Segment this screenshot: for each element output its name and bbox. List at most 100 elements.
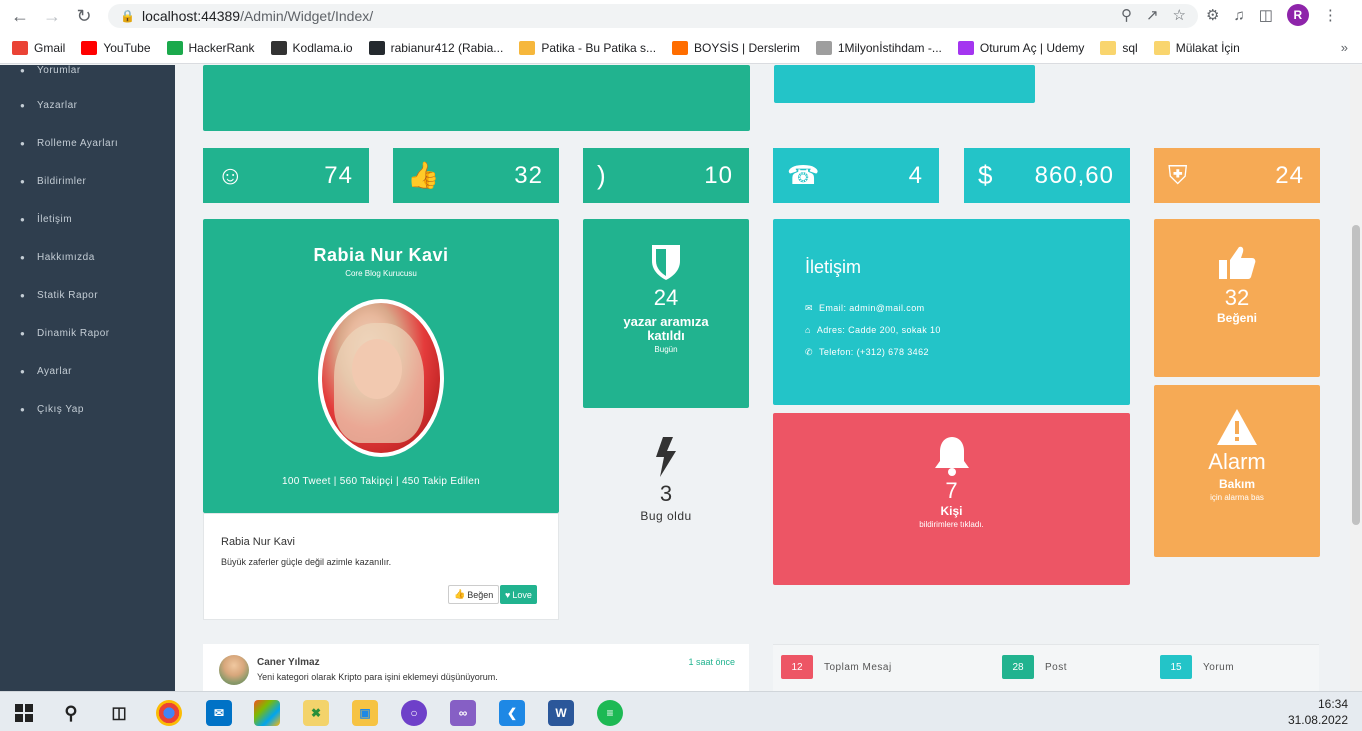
back-icon[interactable]: ← [6,2,34,30]
mail-icon[interactable]: ✉ [206,700,232,726]
envelope-icon: ✉ [805,303,813,313]
bookmark-item[interactable]: 1Milyonİstihdam -... [815,40,942,55]
patika-icon [519,40,536,55]
sidebar-item[interactable]: ● Ayarlar [20,366,72,377]
clock-date: 31.08.2022 [1287,713,1348,727]
avatar [219,655,249,685]
visual-studio-icon[interactable]: ∞ [450,700,476,726]
gmail-icon [12,40,28,55]
bookmark-item[interactable]: rabianur412 (Rabia... [368,40,504,55]
forward-icon[interactable]: → [38,2,66,30]
sidebar-item[interactable]: ● Statik Rapor [20,290,98,301]
bookmark-item[interactable]: Mülakat İçin [1153,40,1240,55]
count-label: Yorum [1203,662,1235,673]
star-icon[interactable]: ☆ [1173,6,1186,24]
reload-icon[interactable]: ↻ [70,2,98,30]
bookmark-label: Patika - Bu Patika s... [541,40,657,55]
page-scrollbar[interactable] [1350,65,1362,691]
bookmark-label: sql [1122,40,1138,55]
bell-icon [773,435,1130,477]
profile-avatar[interactable]: R [1286,4,1309,26]
windows-start-icon[interactable] [11,700,37,726]
snipping-icon[interactable]: ✖ [303,700,329,726]
home-icon: ⌂ [805,325,811,335]
edit-icon: ● [20,253,26,262]
share-icon[interactable]: ↗ [1146,6,1159,24]
sidebar-item[interactable]: ● Dinamik Rapor [20,328,110,339]
sidebar-item[interactable]: ● Yazarlar [20,100,78,111]
sidebar-item-label: Bildirimler [37,176,87,187]
bookmark-item[interactable]: Kodlama.io [270,40,353,55]
heart-icon: ♥ [505,589,511,600]
search-icon[interactable]: ⚲ [58,700,84,726]
stat-card: ☎ 4 [773,148,939,203]
phone-icon: ● [20,215,26,224]
sidebar-item[interactable]: ● Hakkımızda [20,252,95,263]
kodlama-icon [270,40,287,55]
stat-card: ⛨ 24 [1154,148,1320,203]
message-author: Caner Yılmaz [257,657,320,668]
like-button[interactable]: 👍 Beğen [448,585,500,604]
count-label: Post [1045,662,1068,673]
bookmark-item[interactable]: Patika - Bu Patika s... [519,40,657,55]
rss-icon: ) [597,160,606,190]
address-bar[interactable]: 🔒 localhost:44389/Admin/Widget/Index/ ⚲ … [108,4,1198,28]
url-path: /Admin/Widget/Index/ [240,8,374,24]
bookmark-label: YouTube [103,40,151,55]
chrome-icon[interactable] [156,700,182,726]
sidebar-item-label: Ayarlar [37,366,72,377]
alarm-sub: için alarma bas [1210,493,1264,502]
extensions-icon[interactable]: ⚙ [1206,6,1219,24]
stat-value: 24 [1275,161,1304,189]
shield-icon [583,243,749,281]
taskbar-clock[interactable]: 16:34 31.08.2022 [1288,696,1348,728]
sidebar-item[interactable]: ● İletişim [20,214,72,225]
bookmark-item[interactable]: sql [1100,40,1138,55]
contact-phone-row: ✆ Telefon: (+312) 678 3462 [805,347,929,357]
zoom-icon[interactable]: ⚲ [1121,6,1132,24]
sourcetree-icon[interactable] [254,700,280,726]
sidebar-item-label: Statik Rapor [37,290,99,301]
bookmark-item[interactable]: BOYSİS | Derslerim [672,40,800,55]
stat-card: ) 10 [583,148,749,203]
menu-icon[interactable]: ⋮ [1323,6,1338,24]
writers-sub: Bugün [654,345,678,354]
lock-icon: ● [20,139,26,148]
contact-email-row: ✉ Email: admin@mail.com [805,303,925,313]
love-button[interactable]: ♥ Love [500,585,537,604]
pencil-icon: ● [20,291,26,300]
boysis-icon [672,40,689,55]
apple-icon: ● [20,405,26,414]
sidepanel-icon[interactable]: ◫ [1259,6,1273,24]
word-icon[interactable]: W [548,700,574,726]
bookmark-item[interactable]: YouTube [81,40,151,55]
chevron-right-icon[interactable]: » [1341,40,1348,55]
bookmark-label: rabianur412 (Rabia... [390,40,504,55]
likes-title: Beğeni [1216,311,1257,325]
message-item[interactable]: Caner Yılmaz Yeni kategori olarak Kripto… [203,644,749,691]
folder-icon [1100,40,1117,55]
bookmark-item[interactable]: Gmail [12,40,66,55]
thumbs-up-icon: 👍 [407,160,440,190]
sidebar-item[interactable]: ● Yorumlar [20,65,81,76]
github-desktop-icon[interactable]: ○ [401,700,427,726]
bookmark-item[interactable]: HackerRank [166,40,255,55]
github-icon [368,40,385,55]
vscode-icon[interactable]: ❮ [499,700,525,726]
sidebar-item[interactable]: ● Bildirimler [20,176,86,187]
bookmark-label: 1Milyonİstihdam -... [837,40,942,55]
sidebar-item[interactable]: ● Çıkış Yap [20,404,84,415]
bookmark-item[interactable]: Oturum Aç | Udemy [957,40,1084,55]
spotify-icon[interactable]: ≡ [597,700,623,726]
task-view-icon[interactable]: ◫ [106,700,132,726]
sidebar-item[interactable]: ● Rolleme Ayarları [20,138,118,149]
sidebar-item-label: Hakkımızda [37,252,95,263]
stat-value: 4 [908,161,923,189]
file-explorer-icon[interactable]: ▣ [352,700,378,726]
shield-icon: ⛨ [1168,159,1188,190]
sidebar-item-label: İletişim [37,214,73,225]
stat-value: 74 [324,161,353,189]
top-green-panel [203,65,750,131]
media-icon[interactable]: ♫ [1233,7,1244,24]
bookmark-label: Gmail [34,40,66,55]
